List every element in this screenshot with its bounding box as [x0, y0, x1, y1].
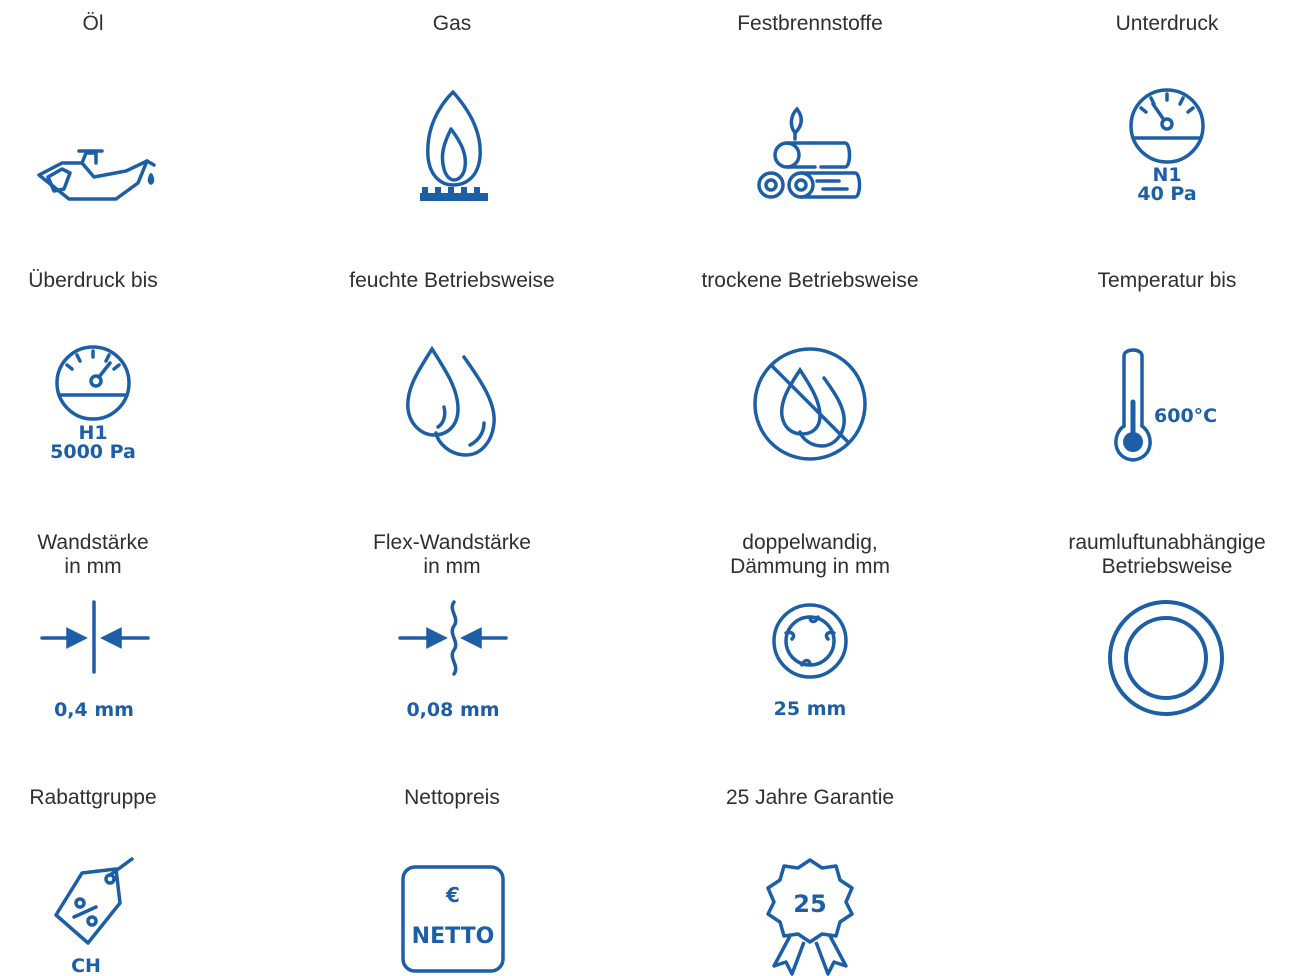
label-unterdruck: Unterdruck [1115, 12, 1219, 35]
label-temperatur: Temperatur bis [1097, 269, 1237, 292]
gas-flame-icon [418, 89, 490, 207]
wall-thickness-icon: 0,4 mm [40, 600, 150, 724]
label-festbrennstoffe: Festbrennstoffe [737, 12, 883, 35]
label-garantie: 25 Jahre Garantie [725, 786, 895, 809]
netto-text: NETTO [412, 924, 495, 949]
label-gas: Gas [432, 12, 472, 35]
euro-symbol-text: € [445, 883, 460, 907]
warranty-badge-icon: 25 [760, 858, 860, 976]
label-doppelwandig: doppelwandig, Dämmung in mm [730, 531, 890, 578]
double-ring-icon [1108, 598, 1226, 718]
gauge-value-text: 40 Pa [1137, 183, 1196, 205]
wall-thickness-text: 0,4 mm [54, 699, 134, 721]
label-wandstaerke: Wandstärke in mm [37, 531, 149, 578]
discount-tag-icon: CH [52, 855, 138, 976]
insulated-pipe-icon: 25 mm [760, 603, 860, 723]
label-oel: Öl [82, 12, 104, 35]
flex-wall-thickness-text: 0,08 mm [406, 699, 499, 721]
warranty-years-text: 25 [793, 890, 826, 918]
net-price-icon: € NETTO [400, 864, 506, 976]
pressure-gauge-icon: N1 40 Pa [1127, 88, 1207, 208]
label-ueberdruck: Überdruck bis [28, 269, 158, 292]
no-water-drops-icon [752, 346, 870, 464]
label-raumluftunabhaengig: raumluftunabhängige Betriebsweise [1068, 531, 1266, 578]
label-rabattgruppe: Rabattgruppe [29, 786, 157, 809]
label-flex-wandstaerke: Flex-Wandstärke in mm [373, 531, 531, 578]
water-drops-icon [404, 345, 499, 460]
discount-group-text: CH [71, 955, 101, 976]
pressure-gauge-icon: H1 5000 Pa [50, 345, 142, 467]
insulation-text: 25 mm [774, 698, 847, 720]
gauge-value-text: 5000 Pa [50, 441, 136, 463]
temperature-text: 600°C [1154, 405, 1217, 427]
label-feuchte-betriebsweise: feuchte Betriebsweise [349, 269, 555, 292]
firewood-icon [755, 105, 865, 205]
flex-wall-thickness-icon: 0,08 mm [398, 600, 508, 724]
thermometer-icon: 600°C [1112, 346, 1232, 464]
oil-can-icon [34, 143, 164, 208]
label-nettopreis: Nettopreis [404, 786, 500, 809]
label-trockene-betriebsweise: trockene Betriebsweise [701, 269, 919, 292]
